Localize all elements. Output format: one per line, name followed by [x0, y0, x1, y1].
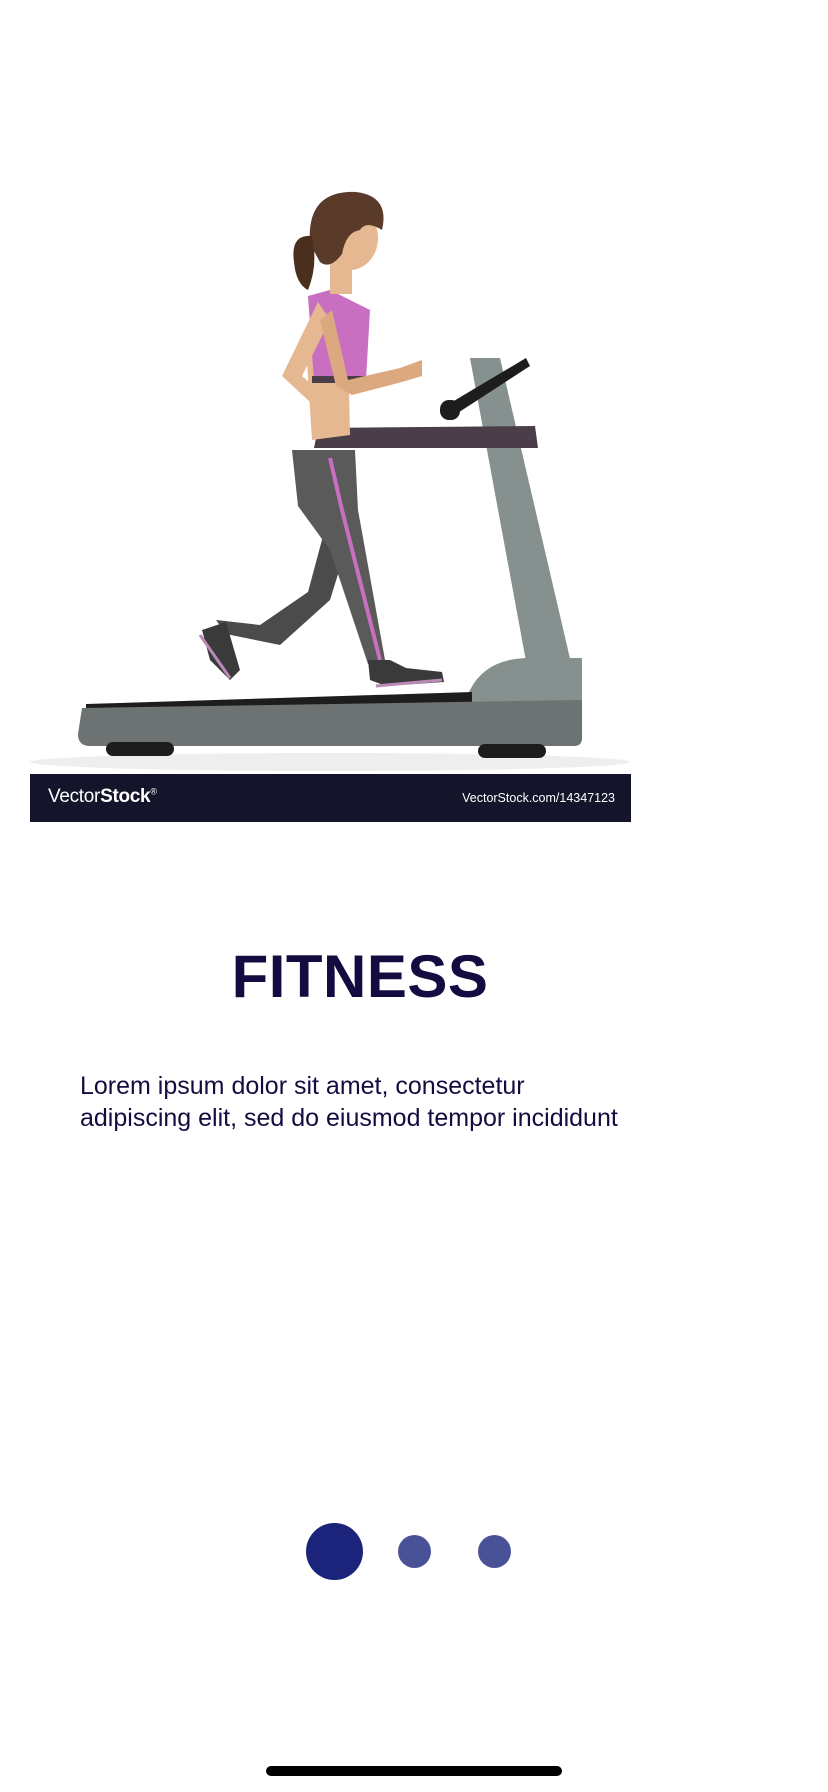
page-title: FITNESS [231, 943, 489, 1010]
watermark-url: VectorStock.com/14347123 [462, 791, 615, 805]
treadmill-runner-image [30, 191, 630, 771]
page-description: Lorem ipsum dolor sit amet, consectetur … [80, 1070, 780, 1134]
description-line: adipiscing elit, sed do eiusmod tempor i… [80, 1104, 618, 1132]
page-dot-3[interactable] [478, 1535, 511, 1568]
watermark-logo: VectorStock® [48, 786, 157, 807]
hero-illustration: VectorStock® VectorStock.com/14347123 [30, 190, 631, 822]
page-dot-1-active[interactable] [306, 1523, 363, 1580]
watermark-bar: VectorStock® VectorStock.com/14347123 [30, 774, 631, 822]
page-dot-2[interactable] [398, 1535, 431, 1568]
page-indicator [0, 1523, 828, 1581]
home-indicator[interactable] [266, 1766, 562, 1776]
description-line: Lorem ipsum dolor sit amet, consectetur [80, 1072, 525, 1100]
